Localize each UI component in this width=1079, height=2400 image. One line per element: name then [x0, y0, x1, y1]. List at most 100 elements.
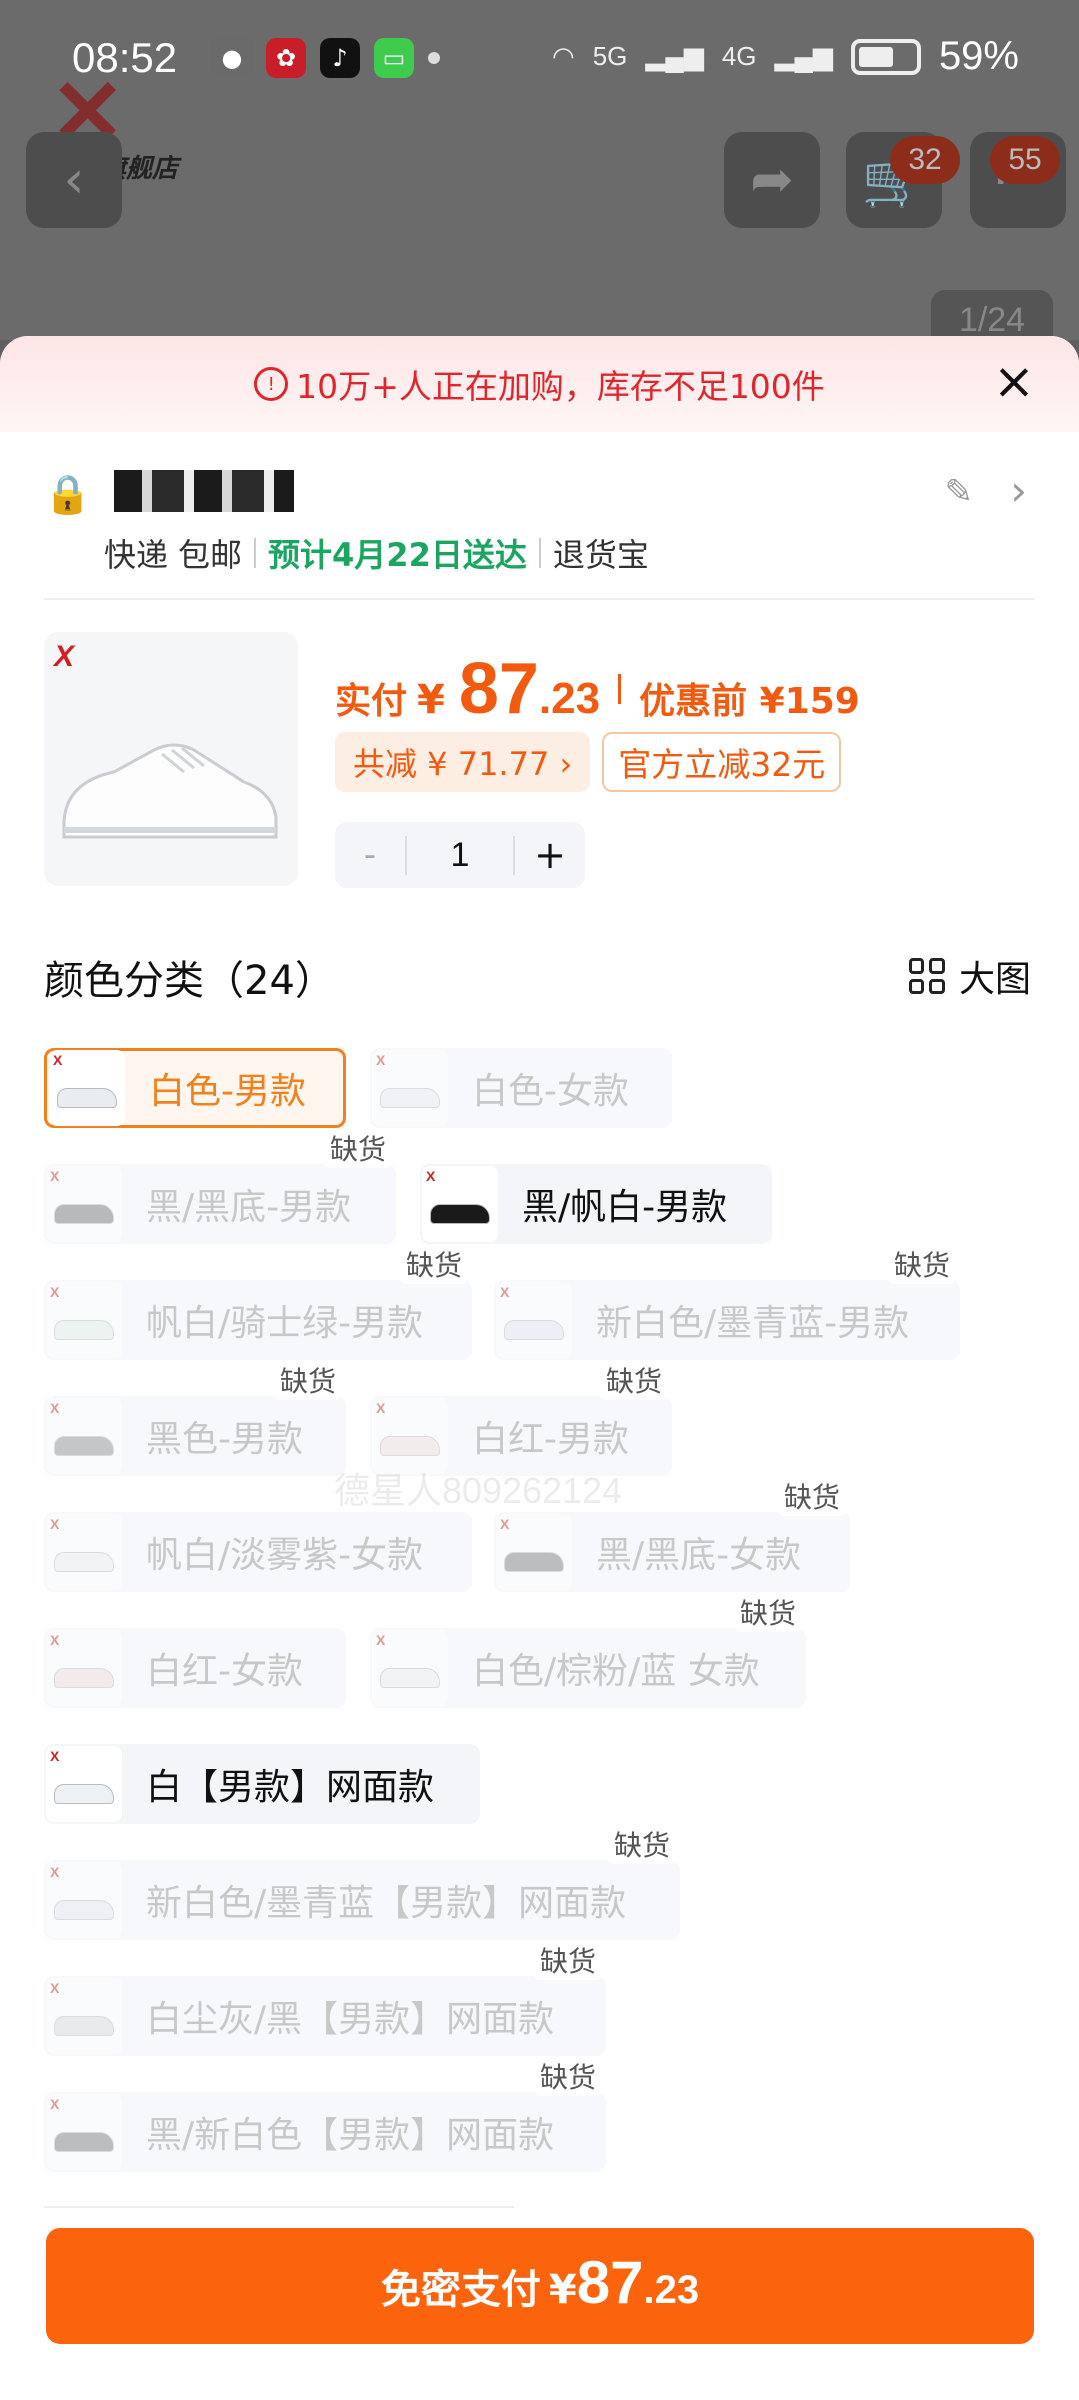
shoe-icon: [380, 1668, 440, 1688]
variant-option[interactable]: X 新白色/墨青蓝【男款】网面款 缺货: [44, 1824, 680, 1940]
divider: [254, 538, 257, 568]
out-of-stock-badge: 缺货: [607, 1824, 676, 1864]
out-of-stock-badge: 缺货: [399, 1244, 468, 1284]
return-service: 退货宝: [552, 536, 649, 574]
variant-option[interactable]: X 白红-女款: [44, 1628, 346, 1708]
variant-thumbnail: X: [46, 1978, 122, 2054]
total-discount-chip[interactable]: 共减 ¥ 71.77 ›: [335, 732, 591, 792]
official-discount-chip: 官方立减32元: [602, 732, 842, 792]
product-summary: X 实付 ¥ 87 .23 优惠前 ¥159 共减 ¥ 71.77 › 官方立减…: [0, 600, 1079, 920]
close-button[interactable]: ×: [989, 356, 1039, 408]
variant-thumbnail: X: [46, 1514, 122, 1590]
brand-mark: X: [426, 1168, 436, 1184]
purchase-sheet: ! 10万+人正在加购，库存不足100件 × 🔒 ✎ › 快递 包邮 预计4月2…: [0, 336, 1079, 2400]
discount-chips: 共减 ¥ 71.77 › 官方立减32元: [335, 732, 842, 792]
brand-mark: X: [376, 1632, 386, 1648]
brand-mark: X: [50, 1168, 60, 1184]
stock-banner: ! 10万+人正在加购，库存不足100件 ×: [0, 336, 1079, 432]
variant-label: 白色/棕粉/蓝 女款: [472, 1651, 760, 1692]
out-of-stock-badge: 缺货: [533, 1940, 602, 1980]
brand-mark: X: [53, 1052, 63, 1068]
variant-option[interactable]: X 帆白/骑士绿-男款 缺货: [44, 1244, 472, 1360]
out-of-stock-badge: 缺货: [273, 1360, 342, 1400]
variants-title: 颜色分类（24）: [44, 958, 335, 1004]
variant-option[interactable]: X 白色/棕粉/蓝 女款 缺货: [370, 1592, 806, 1708]
tiktok-icon: ♪: [320, 38, 360, 78]
out-of-stock-badge: 缺货: [599, 1360, 668, 1400]
brand-mark: X: [50, 2096, 60, 2112]
out-of-stock-badge: 缺货: [887, 1244, 956, 1284]
shoe-icon: [54, 2016, 114, 2036]
delivery-estimate: 预计4月22日送达: [268, 536, 527, 574]
variant-thumbnail: X: [372, 1050, 448, 1126]
share-button[interactable]: ➦: [724, 132, 820, 228]
signal-4g: 4G: [721, 41, 757, 71]
variant-option[interactable]: X 新白色/墨青蓝-男款 缺货: [494, 1244, 960, 1360]
variant-thumbnail: X: [46, 1282, 122, 1358]
product-thumbnail[interactable]: X: [44, 632, 298, 886]
variant-option[interactable]: X 帆白/淡雾紫-女款: [44, 1512, 472, 1592]
brand-mark: X: [50, 1748, 60, 1764]
shoe-icon: [504, 1320, 564, 1340]
address-section[interactable]: 🔒 ✎ › 快递 包邮 预计4月22日送达 退货宝: [44, 432, 1035, 600]
chevron-right-icon[interactable]: ›: [1010, 466, 1027, 515]
pay-price-decimal: .23: [643, 2268, 700, 2312]
shoe-icon: [380, 1088, 440, 1108]
divider: [618, 674, 622, 704]
increment-button[interactable]: +: [515, 833, 585, 877]
back-button[interactable]: ‹: [26, 132, 122, 228]
variant-label: 白色-女款: [472, 1071, 629, 1112]
variant-option[interactable]: X 黑/新白色【男款】网面款 缺货: [44, 2056, 606, 2172]
variant-option[interactable]: X 黑/黑底-男款 缺货: [44, 1128, 396, 1244]
variant-thumbnail: X: [46, 1166, 122, 1242]
pay-button[interactable]: 免密支付 ¥ 87 .23: [46, 2228, 1034, 2344]
battery-percent: 59%: [938, 34, 1019, 78]
shoe-image: [62, 743, 278, 839]
price-integer: 87: [458, 649, 539, 729]
edit-icon[interactable]: ✎: [945, 472, 974, 512]
variant-option[interactable]: X 白色-男款: [44, 1048, 346, 1128]
cart-badge: 32: [890, 136, 960, 184]
variant-thumbnail: X: [496, 1514, 572, 1590]
variant-thumbnail: X: [372, 1630, 448, 1706]
variant-thumbnail: X: [46, 1398, 122, 1474]
brand-mark: X: [500, 1284, 510, 1300]
variant-thumbnail: X: [46, 1862, 122, 1938]
variant-label: 黑色-男款: [146, 1419, 303, 1460]
variant-label: 白色-男款: [149, 1071, 306, 1112]
price-decimal: .23: [538, 674, 601, 723]
shoe-icon: [57, 1088, 117, 1108]
price-row: 实付 ¥ 87 .23 优惠前 ¥159: [335, 648, 860, 730]
variant-option[interactable]: X 黑色-男款 缺货: [44, 1360, 346, 1476]
quantity-value[interactable]: 1: [405, 835, 515, 875]
pay-currency: ¥: [548, 2267, 577, 2313]
variant-option[interactable]: X 白尘灰/黑【男款】网面款 缺货: [44, 1940, 606, 2056]
wechat-icon: ●: [212, 38, 252, 78]
signal-bars-icon: ▂▄▆: [645, 41, 704, 71]
variant-label: 新白色/墨青蓝-男款: [596, 1303, 910, 1344]
divider: [538, 538, 541, 568]
brand-mark: X: [50, 1864, 60, 1880]
variant-label: 帆白/骑士绿-男款: [146, 1303, 424, 1344]
notification-dot-icon: [428, 52, 440, 64]
variant-option[interactable]: X 白【男款】网面款: [44, 1744, 480, 1824]
variant-label: 黑/新白色【男款】网面款: [146, 2115, 555, 2156]
quantity-stepper: - 1 +: [335, 822, 585, 888]
variant-option[interactable]: X 黑/帆白-男款: [420, 1164, 772, 1244]
pay-label: 免密支付: [380, 2267, 541, 2313]
decrement-button[interactable]: -: [335, 835, 405, 875]
shoe-icon: [54, 1784, 114, 1804]
delivery-info: 快递 包邮 预计4月22日送达 退货宝: [104, 530, 649, 576]
big-view-toggle[interactable]: 大图: [908, 950, 1031, 1002]
watermark: 德星人809262124: [334, 1470, 623, 1511]
divider: [44, 2206, 514, 2208]
wifi-icon: ◠: [552, 41, 575, 71]
variant-option[interactable]: X 白色-女款: [370, 1048, 672, 1128]
signal-bars-icon: ▂▄▆: [774, 41, 833, 71]
original-price: 优惠前 ¥159: [639, 681, 860, 722]
status-right: ◠ 5G ▂▄▆ 4G ▂▄▆ 59%: [552, 34, 1019, 79]
variant-thumbnail: X: [422, 1166, 498, 1242]
variant-option[interactable]: X 黑/黑底-女款 缺货: [494, 1476, 850, 1592]
shoe-icon: [54, 1552, 114, 1572]
out-of-stock-badge: 缺货: [533, 2056, 602, 2096]
